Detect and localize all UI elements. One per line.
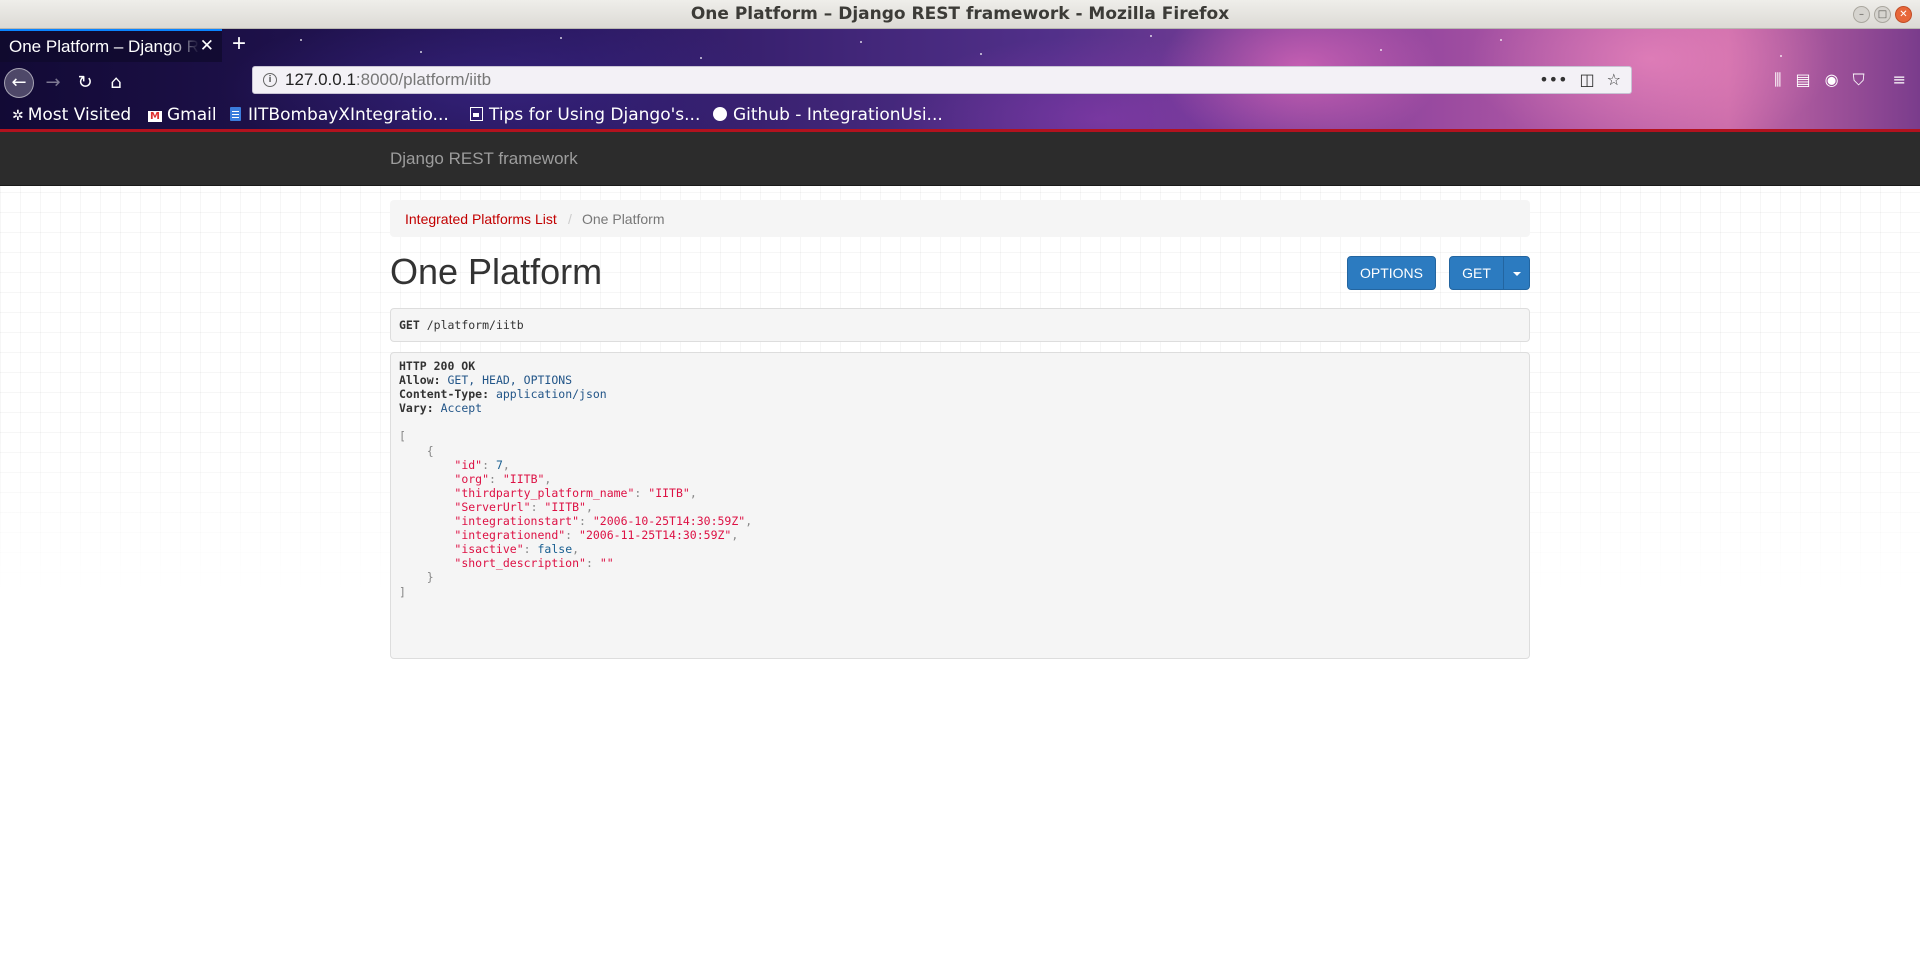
close-window-icon[interactable]: ✕ (1895, 6, 1912, 23)
info-icon[interactable]: i (263, 73, 277, 87)
header-value: application/json (495, 387, 607, 402)
tab-title: One Platform – Django REST framework (9, 37, 199, 56)
bookmark-label: IITBombayXIntegratio... (248, 105, 449, 125)
drf-navbar: Django REST framework (0, 132, 1920, 186)
bookmark-label: Gmail (167, 105, 217, 125)
gear-icon: ✲ (12, 108, 24, 124)
request-path: /platform/iitb (426, 318, 524, 332)
breadcrumb-link-platforms[interactable]: Integrated Platforms List (405, 211, 557, 227)
browser-chrome: One Platform – Django REST framework ✕ +… (0, 29, 1920, 132)
bookmark-iitbombay[interactable]: IITBombayXIntegratio... (230, 105, 449, 125)
page-icon (470, 107, 483, 121)
shield-icon[interactable]: ⛉ (1853, 70, 1865, 90)
bookmark-gmail[interactable]: M Gmail (148, 105, 217, 125)
json-value: "" (599, 556, 614, 571)
bookmark-label: Github - IntegrationUsi... (733, 105, 943, 125)
json-value: "IITB" (648, 485, 690, 500)
response-status: HTTP 200 OK (399, 359, 476, 373)
window-titlebar: One Platform – Django REST framework - M… (0, 0, 1920, 29)
get-format-dropdown[interactable] (1503, 256, 1530, 290)
new-tab-icon[interactable]: + (232, 30, 246, 58)
reload-icon[interactable]: ↻ (70, 68, 100, 98)
json-key: "isactive" (454, 542, 524, 557)
bookmark-label: Tips for Using Django's... (489, 105, 701, 125)
sidebar-icon[interactable]: ▤ (1795, 70, 1810, 90)
json-key: "thirdparty_platform_name" (454, 485, 635, 500)
minimize-icon[interactable]: – (1853, 6, 1870, 23)
json-value: 7 (495, 457, 503, 472)
options-button[interactable]: OPTIONS (1347, 256, 1436, 290)
json-key: "integrationstart" (454, 514, 580, 529)
home-icon[interactable]: ⌂ (101, 68, 131, 98)
json-key: "short_description" (454, 556, 586, 571)
main-container: Integrated Platforms List / One Platform… (390, 200, 1530, 659)
bookmark-star-icon[interactable]: ☆ (1607, 70, 1621, 89)
account-icon[interactable]: ◉ (1825, 70, 1839, 90)
menu-icon[interactable]: ≡ (1893, 70, 1906, 90)
nav-toolbar: ← → ↻ ⌂ i 127.0.0.1:8000/platform/iitb •… (0, 62, 1920, 104)
json-key: "org" (454, 471, 490, 486)
json-value: "2006-11-25T14:30:59Z" (579, 528, 732, 543)
page-actions-icon[interactable]: ••• (1539, 70, 1567, 89)
maximize-icon[interactable]: □ (1874, 6, 1891, 23)
url-actions: ••• ◫ ☆ (1539, 70, 1621, 89)
page-title: One Platform (390, 251, 603, 292)
tab-close-icon[interactable]: ✕ (200, 36, 214, 56)
header-key: Content-Type: (399, 387, 490, 402)
forward-arrow-icon[interactable]: → (38, 68, 68, 98)
url-path: :8000/platform/iitb (355, 70, 492, 89)
json-value: "IITB" (502, 471, 545, 486)
navbar-brand[interactable]: Django REST framework (390, 149, 578, 169)
json-key: "integrationend" (454, 528, 566, 543)
header-value: Accept (440, 401, 483, 416)
url-bar[interactable]: i 127.0.0.1:8000/platform/iitb ••• ◫ ☆ (252, 66, 1632, 94)
url-host: 127.0.0.1 (285, 70, 356, 89)
doc-icon (230, 107, 241, 121)
window-controls: – □ ✕ (1853, 6, 1912, 23)
bookmark-django-tips[interactable]: Tips for Using Django's... (470, 105, 700, 125)
json-value: "IITB" (544, 499, 586, 514)
breadcrumb: Integrated Platforms List / One Platform (390, 200, 1530, 237)
header-key: Vary: (399, 401, 434, 416)
json-value: false (537, 542, 573, 557)
json-key: "id" (454, 457, 483, 472)
caret-down-icon (1512, 272, 1521, 277)
tab-active[interactable]: One Platform – Django REST framework ✕ (0, 29, 222, 62)
json-key: "ServerUrl" (454, 499, 531, 514)
json-value: "2006-10-25T14:30:59Z" (592, 514, 746, 529)
bookmark-most-visited[interactable]: ✲ Most Visited (12, 105, 131, 125)
pocket-icon[interactable]: ◫ (1580, 70, 1595, 89)
breadcrumb-separator: / (568, 211, 572, 227)
header-key: Allow: (399, 373, 441, 388)
window-title: One Platform – Django REST framework - M… (690, 4, 1230, 24)
github-icon (713, 107, 727, 121)
request-method: GET (399, 318, 420, 332)
bookmarks-bar: ✲ Most Visited M Gmail IITBombayXIntegrati… (0, 104, 1920, 128)
url-text[interactable]: 127.0.0.1:8000/platform/iitb (285, 70, 491, 90)
toolbar-right: ⫼ ▤ ◉ ⛉ ≡ (1774, 70, 1906, 90)
library-icon[interactable]: ⫼ (1774, 70, 1781, 90)
back-arrow-icon[interactable]: ← (4, 68, 34, 98)
breadcrumb-active: One Platform (582, 211, 665, 227)
response-info: HTTP 200 OK Allow: GET, HEAD, OPTIONS Co… (390, 352, 1530, 659)
bookmark-github[interactable]: Github - IntegrationUsi... (713, 105, 943, 125)
gmail-icon: M (148, 111, 162, 122)
request-info: GET /platform/iitb (390, 308, 1530, 342)
header-value: GET, HEAD, OPTIONS (447, 373, 573, 388)
get-button[interactable]: GET (1449, 256, 1504, 290)
bookmark-label: Most Visited (27, 105, 132, 125)
page-content: Django REST framework Integrated Platfor… (0, 132, 1920, 965)
